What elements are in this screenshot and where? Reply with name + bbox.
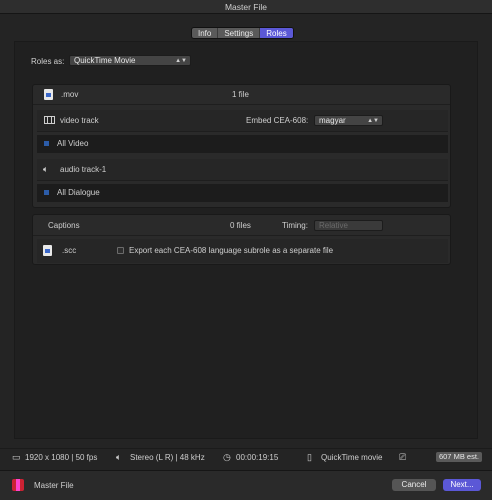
roles-panel: Roles as: QuickTime Movie ▲▼ .mov 1 file…	[14, 41, 478, 439]
roles-as-popup[interactable]: QuickTime Movie ▲▼	[69, 55, 191, 66]
share-dialog-window: Master File Info Settings Roles Roles as…	[0, 0, 492, 500]
file-icon: ▯	[307, 452, 312, 462]
export-subrole-label: Export each CEA-608 language subrole as …	[129, 246, 334, 255]
clock-icon: ◷	[223, 452, 231, 462]
speaker-icon: 🔈︎	[43, 164, 49, 174]
captions-file-count: 0 files	[230, 221, 251, 230]
duration-info: 00:00:19:15	[236, 453, 279, 462]
audio-track-row[interactable]: 🔈︎ audio track-1	[37, 159, 448, 181]
document-icon	[43, 245, 52, 256]
tab-roles[interactable]: Roles	[260, 28, 293, 38]
roles-as-value: QuickTime Movie	[74, 56, 136, 65]
captions-header-row: Captions 0 files Timing: Relative	[33, 215, 450, 236]
cancel-button[interactable]: Cancel	[392, 479, 436, 491]
timing-value: Relative	[319, 221, 348, 230]
audio-role-row[interactable]: All Dialogue	[37, 184, 448, 202]
speaker-icon: 🔈︎	[116, 452, 122, 462]
document-icon	[44, 89, 53, 100]
footer-bar: Master File Cancel Next...	[0, 470, 492, 500]
popup-stepper-icon: ▲▼	[175, 58, 187, 64]
popup-stepper-icon: ▲▼	[367, 118, 379, 124]
scc-extension: .scc	[62, 246, 77, 255]
monitor-icon: ⎚	[399, 452, 407, 462]
video-track-label: video track	[60, 116, 99, 125]
tab-settings[interactable]: Settings	[218, 28, 261, 38]
audio-role-label: All Dialogue	[57, 188, 100, 197]
mov-extension: .mov	[61, 90, 79, 99]
tab-info[interactable]: Info	[192, 28, 219, 38]
status-bar: ▭ 1920 x 1080 | 50 fps 🔈︎ Stereo (L R) |…	[0, 448, 492, 464]
footer-destination-name: Master File	[34, 481, 74, 490]
video-track-row[interactable]: video track Embed CEA-608: magyar ▲▼	[37, 110, 448, 132]
roles-as-label: Roles as:	[31, 57, 65, 66]
master-file-icon	[12, 479, 24, 491]
captions-label: Captions	[48, 221, 80, 230]
video-role-row[interactable]: All Video	[37, 135, 448, 153]
media-group: .mov 1 file video track Embed CEA-608: m…	[32, 84, 451, 208]
role-color-swatch	[44, 190, 49, 195]
embed-cea-popup[interactable]: magyar ▲▼	[314, 115, 383, 126]
timing-label: Timing:	[282, 221, 308, 230]
export-subrole-checkbox[interactable]	[117, 247, 124, 254]
timing-popup[interactable]: Relative	[314, 220, 383, 231]
mov-file-count: 1 file	[232, 90, 249, 99]
video-role-label: All Video	[57, 139, 89, 148]
next-button[interactable]: Next...	[443, 479, 481, 491]
mov-row[interactable]: .mov 1 file	[33, 85, 450, 105]
film-icon	[44, 116, 55, 124]
captions-group: Captions 0 files Timing: Relative .scc E…	[32, 214, 451, 265]
scc-row: .scc Export each CEA-608 language subrol…	[37, 239, 448, 263]
resolution-info: 1920 x 1080 | 50 fps	[25, 453, 98, 462]
display-icon: ▭	[12, 452, 21, 462]
size-estimate-badge: 607 MB est.	[435, 452, 482, 462]
format-info: QuickTime movie	[321, 453, 383, 462]
audio-track-label: audio track-1	[60, 165, 107, 174]
window-title: Master File	[0, 0, 492, 14]
audio-info: Stereo (L R) | 48 kHz	[130, 453, 205, 462]
embed-cea-label: Embed CEA-608:	[246, 116, 309, 125]
role-color-swatch	[44, 141, 49, 146]
embed-cea-value: magyar	[319, 116, 346, 125]
tab-bar: Info Settings Roles	[191, 27, 294, 39]
